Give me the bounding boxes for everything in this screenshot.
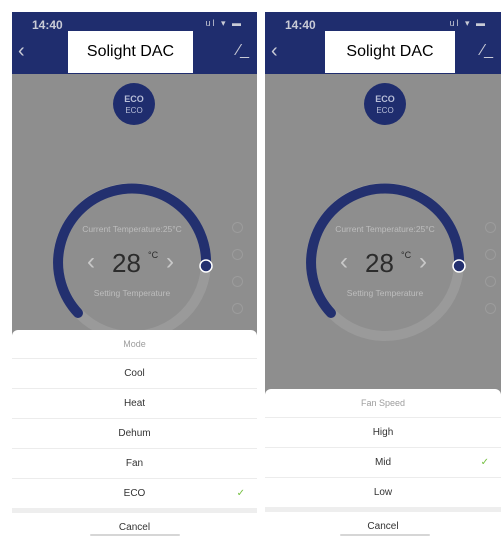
mode-option-heat[interactable]: Heat <box>12 389 257 419</box>
fan-speed-action-sheet: Fan Speed High Mid ✓ Low Cancel <box>265 389 501 539</box>
set-temperature-value: 28 <box>112 248 141 278</box>
sun-icon[interactable] <box>232 303 243 314</box>
mode-action-sheet: Mode Cool Heat Dehum Fan ECO ✓ Cancel <box>12 330 257 539</box>
temperature-dial[interactable]: Current Temperature:25°C ‹ 28 °C › Setti… <box>50 180 214 344</box>
timer-icon[interactable] <box>232 249 243 260</box>
eco-badge-bottom: ECO <box>376 106 394 115</box>
mode-option-fan[interactable]: Fan <box>12 449 257 479</box>
mode-option-eco[interactable]: ECO ✓ <box>12 479 257 508</box>
temperature-dial[interactable]: Current Temperature:25°C ‹ 28 °C › Setti… <box>303 180 467 344</box>
decrease-temperature-icon[interactable]: ‹ <box>340 249 348 275</box>
increase-temperature-icon[interactable]: › <box>166 249 174 275</box>
setting-temperature-label: Setting Temperature <box>93 288 171 298</box>
phone-screen-mode: 14:40 ul ▾ ▬ ‹ ∕_ Solight DAC ECO ECO Cu… <box>12 12 257 539</box>
fan-sheet-title: Fan Speed <box>265 389 501 418</box>
status-time: 14:40 <box>32 18 63 32</box>
fan-option-high[interactable]: High <box>265 418 501 448</box>
setting-temperature-label: Setting Temperature <box>346 288 424 298</box>
back-icon[interactable]: ‹ <box>271 40 278 63</box>
status-icons: ul ▾ ▬ <box>449 18 487 28</box>
mode-option-cool[interactable]: Cool <box>12 359 257 389</box>
home-indicator <box>90 534 180 536</box>
eco-mode-badge[interactable]: ECO ECO <box>364 83 406 125</box>
eco-badge-top: ECO <box>124 94 144 104</box>
selected-check-icon: ✓ <box>480 457 489 468</box>
temperature-unit: °C <box>148 250 159 260</box>
eco-badge-top: ECO <box>375 94 395 104</box>
temperature-row: ‹ 28 °C › <box>50 249 214 279</box>
fan-option-mid[interactable]: Mid ✓ <box>265 448 501 478</box>
side-icon-column <box>232 222 246 330</box>
home-indicator <box>340 534 430 536</box>
eco-mode-badge[interactable]: ECO ECO <box>113 83 155 125</box>
current-temperature: Current Temperature:25°C <box>82 224 182 234</box>
edit-icon[interactable]: ∕_ <box>481 42 493 60</box>
fan-option-low[interactable]: Low <box>265 478 501 507</box>
edit-icon[interactable]: ∕_ <box>237 42 249 60</box>
phone-screen-fan-speed: 14:40 ul ▾ ▬ ‹ ∕_ Solight DAC ECO ECO Cu… <box>265 12 501 539</box>
device-title: Solight DAC <box>325 31 455 73</box>
selected-check-icon: ✓ <box>236 488 245 499</box>
grid-icon[interactable] <box>485 276 496 287</box>
sun-icon[interactable] <box>485 303 496 314</box>
side-icon-column <box>485 222 499 330</box>
current-temperature: Current Temperature:25°C <box>335 224 435 234</box>
decrease-temperature-icon[interactable]: ‹ <box>87 249 95 275</box>
mode-option-dehum[interactable]: Dehum <box>12 419 257 449</box>
status-icons: ul ▾ ▬ <box>205 18 243 28</box>
lock-icon[interactable] <box>232 222 243 233</box>
set-temperature-value: 28 <box>365 248 394 278</box>
eco-badge-bottom: ECO <box>125 106 143 115</box>
increase-temperature-icon[interactable]: › <box>419 249 427 275</box>
device-title: Solight DAC <box>68 31 193 73</box>
timer-icon[interactable] <box>485 249 496 260</box>
mode-sheet-title: Mode <box>12 330 257 359</box>
back-icon[interactable]: ‹ <box>18 40 25 63</box>
temperature-row: ‹ 28 °C › <box>303 249 467 279</box>
grid-icon[interactable] <box>232 276 243 287</box>
status-time: 14:40 <box>285 18 316 32</box>
temperature-unit: °C <box>401 250 412 260</box>
lock-icon[interactable] <box>485 222 496 233</box>
